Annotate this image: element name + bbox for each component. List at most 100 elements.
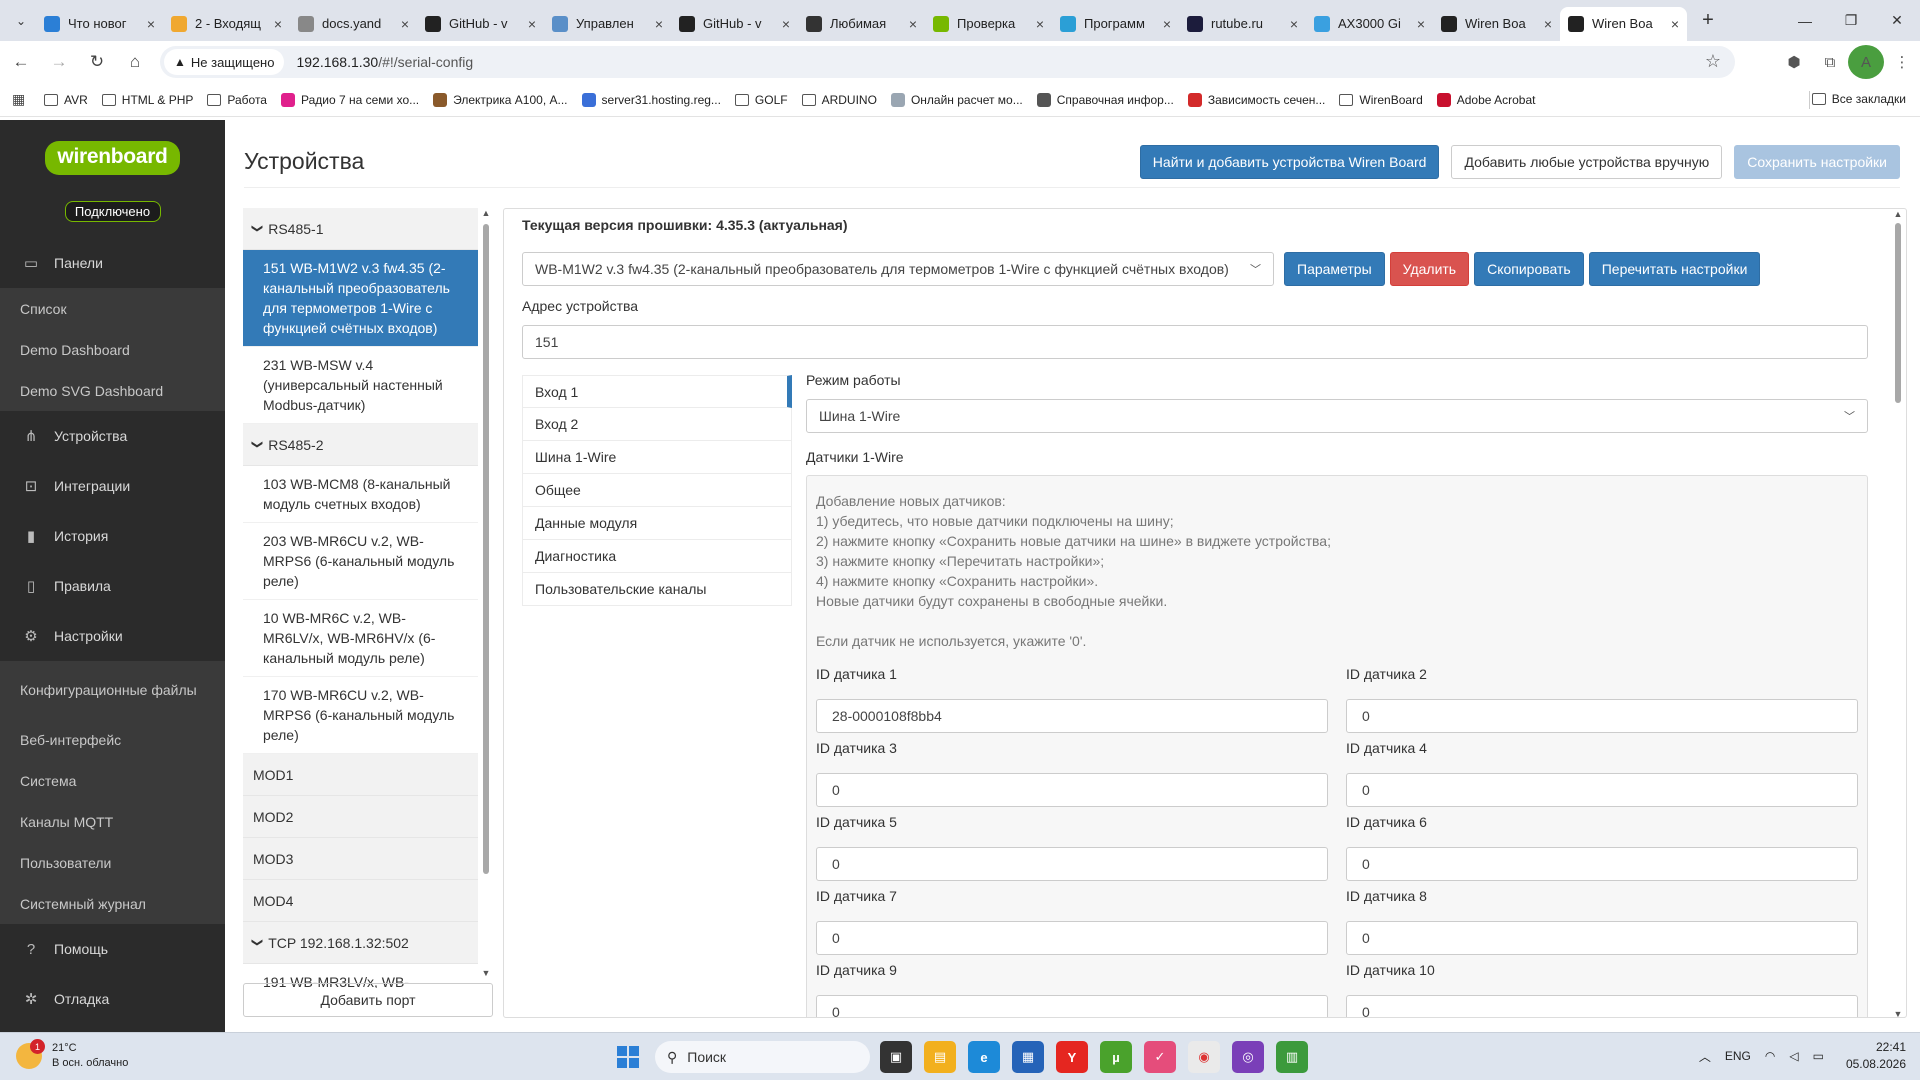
close-tab-icon[interactable]: × bbox=[1290, 16, 1298, 32]
port-header-rs485-2[interactable]: ❯ RS485-2 bbox=[243, 424, 478, 466]
close-tab-icon[interactable]: × bbox=[782, 16, 790, 32]
close-tab-icon[interactable]: × bbox=[1036, 16, 1044, 32]
apps-grid-icon[interactable]: ▦ bbox=[12, 91, 30, 108]
sidebar-item-demo-dashboard[interactable]: Demo Dashboard bbox=[0, 329, 225, 370]
chrome-icon[interactable]: ◉ bbox=[1188, 1041, 1220, 1073]
browser-tab[interactable]: GitHub - v × bbox=[671, 7, 798, 41]
wifi-icon[interactable]: ◠ bbox=[1765, 1049, 1775, 1063]
taskbar-search[interactable]: ⚲ Поиск bbox=[655, 1041, 870, 1073]
port-header-mod2[interactable]: MOD2 bbox=[243, 796, 478, 838]
close-tab-icon[interactable]: × bbox=[147, 16, 155, 32]
sensor-id-input[interactable]: 0 bbox=[1346, 995, 1858, 1017]
port-header-mod1[interactable]: MOD1 bbox=[243, 754, 478, 796]
reload-icon[interactable]: ↻ bbox=[80, 45, 114, 79]
home-icon[interactable]: ⌂ bbox=[118, 45, 152, 79]
weather-widget[interactable]: 1 21°C В осн. облачно bbox=[16, 1039, 128, 1071]
browser-tab[interactable]: Wiren Boa × bbox=[1433, 7, 1560, 41]
store-icon[interactable]: ▦ bbox=[1012, 1041, 1044, 1073]
new-tab-button[interactable]: + bbox=[1693, 9, 1723, 32]
sidebar-item-система[interactable]: Система bbox=[0, 760, 225, 801]
device-tab[interactable]: Пользовательские каналы bbox=[522, 573, 792, 606]
port-header-tcp[interactable]: ❯ TCP 192.168.1.32:502 bbox=[243, 922, 478, 964]
list-item[interactable]: 151 WB-M1W2 v.3 fw4.35 (2-канальный прео… bbox=[243, 250, 478, 347]
scroll-up-icon[interactable]: ▲ bbox=[480, 208, 492, 218]
battery-icon[interactable]: ▭ bbox=[1813, 1049, 1824, 1063]
menu-icon[interactable]: ⋮ bbox=[1884, 45, 1920, 79]
close-tab-icon[interactable]: × bbox=[909, 16, 917, 32]
bookmark-item[interactable]: Радио 7 на семи хо... bbox=[280, 92, 419, 107]
bookmark-item[interactable]: HTML & PHP bbox=[101, 93, 193, 107]
list-item[interactable]: 203 WB-MR6CU v.2, WB-MRPS6 (6-канальный … bbox=[243, 523, 478, 600]
chevron-up-icon[interactable]: ︿ bbox=[1699, 1048, 1711, 1065]
add-manual-button[interactable]: Добавить любые устройства вручную bbox=[1451, 145, 1723, 179]
bookmark-item[interactable]: AVR bbox=[44, 93, 88, 107]
bookmark-item[interactable]: Работа bbox=[207, 93, 267, 107]
sidebar-item-помощь[interactable]: ? Помощь bbox=[0, 924, 225, 974]
sidebar-item-пользователи[interactable]: Пользователи bbox=[0, 842, 225, 883]
sensor-id-input[interactable]: 0 bbox=[1346, 921, 1858, 955]
scroll-thumb[interactable] bbox=[483, 224, 489, 874]
browser-tab[interactable]: AX3000 Gi × bbox=[1306, 7, 1433, 41]
browser-tab[interactable]: Программ × bbox=[1052, 7, 1179, 41]
list-item[interactable]: 10 WB-MR6C v.2, WB-MR6LV/x, WB-MR6HV/x (… bbox=[243, 600, 478, 677]
browser-tab[interactable]: GitHub - v × bbox=[417, 7, 544, 41]
bookmark-item[interactable]: Зависимость сечен... bbox=[1187, 92, 1325, 107]
sidebar-item-правила[interactable]: ▯ Правила bbox=[0, 561, 225, 611]
camera-icon[interactable]: ◎ bbox=[1232, 1041, 1264, 1073]
add-port-button[interactable]: Добавить порт bbox=[243, 983, 493, 1017]
sensor-id-input[interactable]: 0 bbox=[816, 847, 1328, 881]
scroll-up-icon[interactable]: ▲ bbox=[1892, 209, 1904, 219]
device-tab[interactable]: Диагностика bbox=[522, 540, 792, 573]
app-icon[interactable]: ✓ bbox=[1144, 1041, 1176, 1073]
sensor-id-input[interactable]: 0 bbox=[816, 773, 1328, 807]
device-tab[interactable]: Вход 1 bbox=[522, 375, 792, 408]
sidebar-item-интеграции[interactable]: ⊡ Интеграции bbox=[0, 461, 225, 511]
yandex-icon[interactable]: Y bbox=[1056, 1041, 1088, 1073]
all-bookmarks[interactable]: Все закладки bbox=[1811, 92, 1906, 106]
explorer-icon[interactable]: ▤ bbox=[924, 1041, 956, 1073]
browser-tab[interactable]: Проверка × bbox=[925, 7, 1052, 41]
reread-button[interactable]: Перечитать настройки bbox=[1588, 252, 1761, 286]
browser-tab[interactable]: Что новог × bbox=[36, 7, 163, 41]
address-field[interactable]: 151 bbox=[522, 325, 1868, 359]
device-tab[interactable]: Общее bbox=[522, 474, 792, 507]
bookmark-item[interactable]: Электрика А100, А... bbox=[433, 92, 568, 107]
sidebar-item-системный-журнал[interactable]: Системный журнал bbox=[0, 883, 225, 924]
sidebar-item-настройки[interactable]: ⚙ Настройки bbox=[0, 611, 225, 661]
restore-icon[interactable]: ❐ bbox=[1828, 0, 1874, 41]
close-tab-icon[interactable]: × bbox=[655, 16, 663, 32]
copy-button[interactable]: Скопировать bbox=[1474, 252, 1584, 286]
browser-tab[interactable]: Любимая × bbox=[798, 7, 925, 41]
list-item[interactable]: 103 WB-MCM8 (8-канальный модуль счетных … bbox=[243, 466, 478, 523]
back-icon[interactable]: ← bbox=[4, 45, 38, 79]
close-tab-icon[interactable]: × bbox=[1671, 16, 1679, 32]
scroll-thumb[interactable] bbox=[1895, 223, 1901, 403]
close-tab-icon[interactable]: × bbox=[528, 16, 536, 32]
device-tab[interactable]: Шина 1-Wire bbox=[522, 441, 792, 474]
sensor-id-input[interactable]: 0 bbox=[816, 921, 1328, 955]
logo[interactable]: wirenboard bbox=[45, 140, 180, 175]
bookmark-item[interactable]: server31.hosting.reg... bbox=[581, 92, 721, 107]
sidebar-item-список[interactable]: Список bbox=[0, 288, 225, 329]
sensor-id-input[interactable]: 0 bbox=[1346, 773, 1858, 807]
sidebar-item-конфигурационные-файлы[interactable]: Конфигурационные файлы bbox=[0, 661, 225, 719]
bookmark-item[interactable]: Онлайн расчет мо... bbox=[890, 92, 1023, 107]
sidebar-item-устройства[interactable]: ⋔ Устройства bbox=[0, 411, 225, 461]
find-devices-button[interactable]: Найти и добавить устройства Wiren Board bbox=[1139, 145, 1440, 179]
sensor-id-input[interactable]: 0 bbox=[1346, 847, 1858, 881]
browser-tab[interactable]: 2 - Входящ × bbox=[163, 7, 290, 41]
forward-icon[interactable]: → bbox=[42, 45, 76, 79]
close-tab-icon[interactable]: × bbox=[274, 16, 282, 32]
bookmark-item[interactable]: WirenBoard bbox=[1339, 93, 1423, 107]
sidebar-item-отладка[interactable]: ✲ Отладка bbox=[0, 974, 225, 1024]
puzzle-icon[interactable]: ⧉ bbox=[1812, 45, 1848, 79]
browser-tab[interactable]: Управлен × bbox=[544, 7, 671, 41]
params-button[interactable]: Параметры bbox=[1284, 252, 1385, 286]
bookmark-item[interactable]: Adobe Acrobat bbox=[1436, 92, 1535, 107]
mode-select[interactable]: Шина 1-Wire ﹀ bbox=[806, 399, 1868, 433]
bookmark-item[interactable]: ARDUINO bbox=[801, 93, 877, 107]
profile-button[interactable]: A bbox=[1848, 45, 1884, 79]
panel-scrollbar[interactable]: ▲ ▼ bbox=[1892, 209, 1904, 1017]
start-button[interactable] bbox=[617, 1046, 639, 1068]
delete-button[interactable]: Удалить bbox=[1389, 252, 1470, 286]
